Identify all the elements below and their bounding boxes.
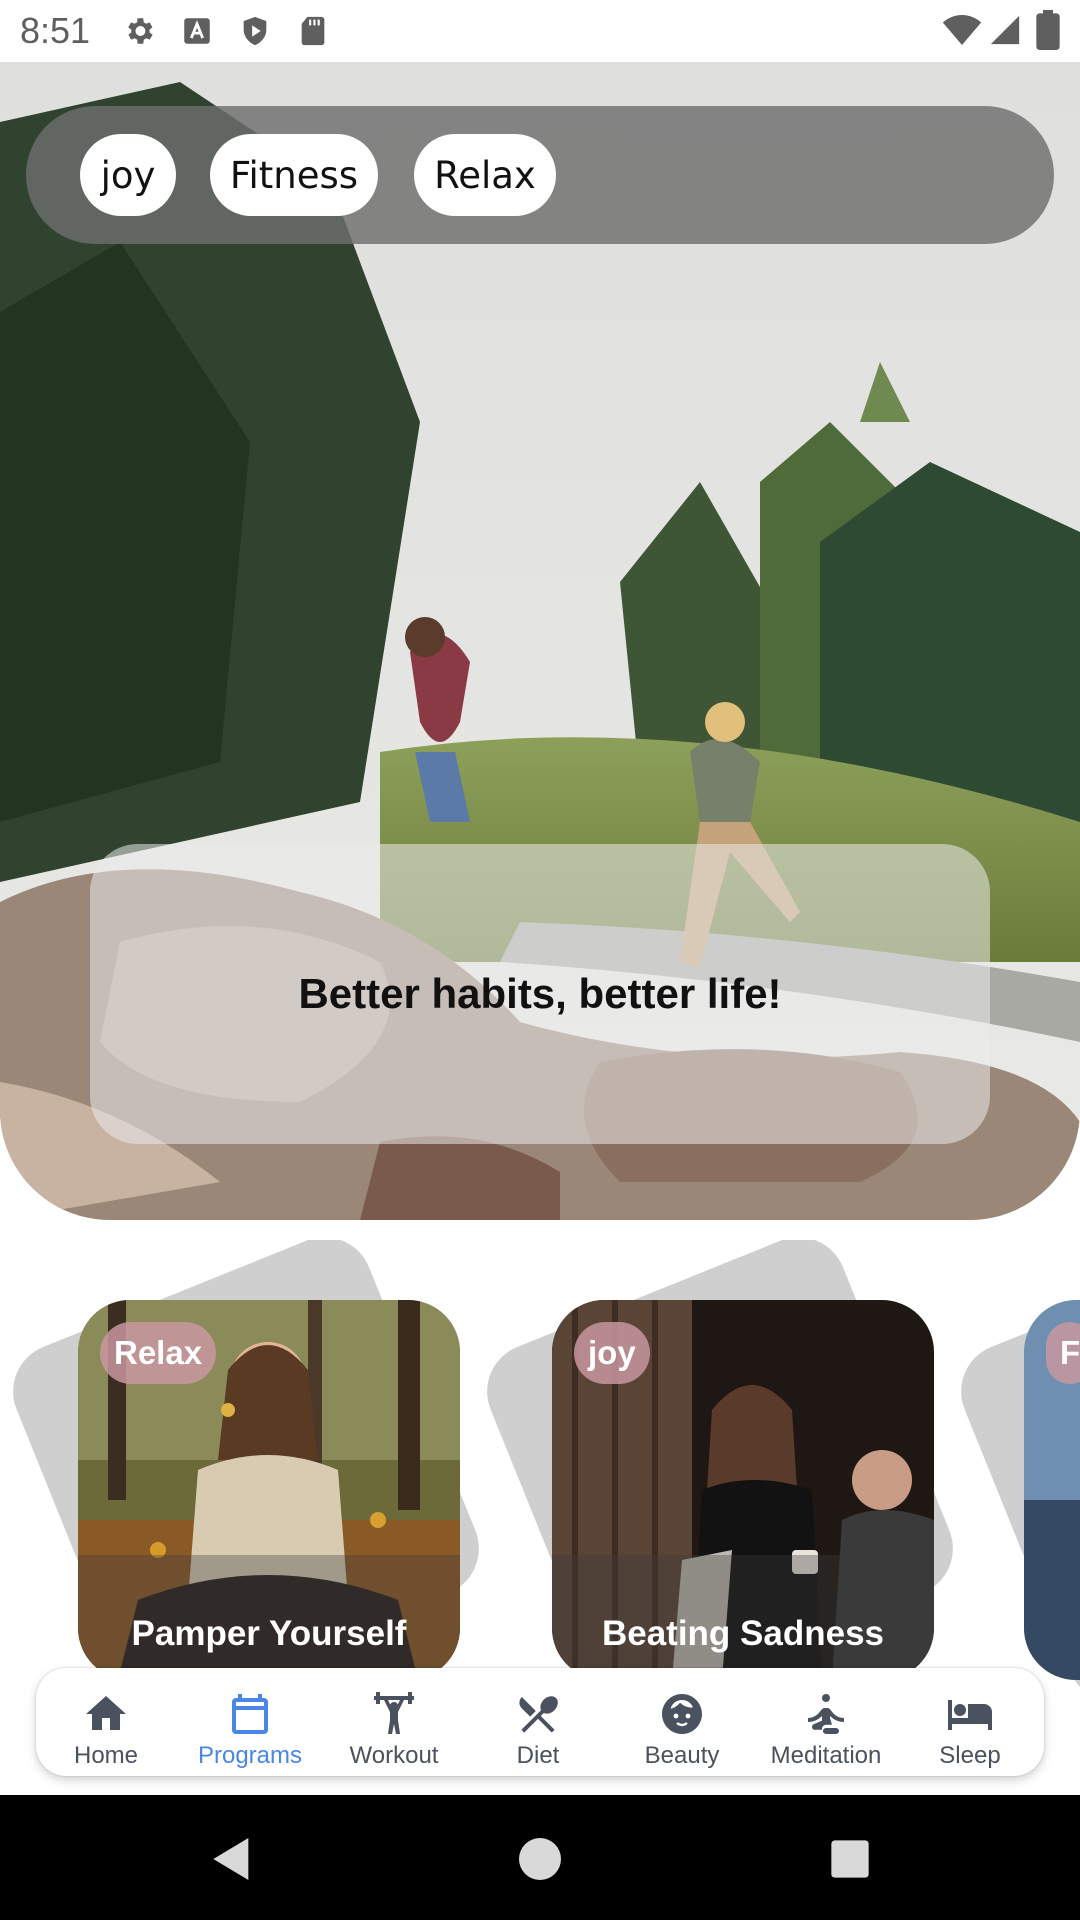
nav-label: Programs [197, 1742, 303, 1769]
sd-card-icon [301, 16, 325, 46]
wifi-icon [942, 15, 982, 45]
bottom-navigation: Home Programs Workout Diet Beauty Medita… [36, 1668, 1044, 1776]
program-badge: F [1046, 1322, 1080, 1384]
signal-icon [990, 15, 1020, 45]
weightlifter-icon [374, 1692, 414, 1734]
nav-label: Sleep [939, 1742, 1001, 1769]
nav-item-sleep[interactable]: Sleep [900, 1668, 1040, 1776]
program-card-pamper-yourself[interactable]: Relax Pamper Yourself [78, 1300, 460, 1680]
nav-item-home[interactable]: Home [36, 1668, 176, 1776]
nav-item-programs[interactable]: Programs [180, 1668, 320, 1776]
nav-item-diet[interactable]: Diet [468, 1668, 608, 1776]
program-card-beating-sadness[interactable]: joy Beating Sadness [552, 1300, 934, 1680]
program-title: Pamper Yourself [131, 1614, 407, 1653]
status-time: 8:51 [20, 10, 91, 51]
home-icon [86, 1696, 126, 1730]
bed-icon [948, 1700, 992, 1730]
tagline-card: Better habits, better life! [90, 844, 990, 1144]
battery-icon [1036, 10, 1060, 50]
nav-item-workout[interactable]: Workout [324, 1668, 464, 1776]
gear-icon [128, 18, 153, 44]
recents-icon[interactable] [822, 1831, 878, 1887]
category-chip-bar: joy Fitness Relax [26, 106, 1054, 244]
nav-item-meditation[interactable]: Meditation [756, 1668, 896, 1776]
play-shield-icon [243, 16, 267, 46]
font-a-icon [184, 18, 210, 44]
chip-relax[interactable]: Relax [414, 134, 556, 216]
nav-label: Home [73, 1742, 139, 1769]
utensils-icon [519, 1696, 558, 1733]
nav-item-beauty[interactable]: Beauty [612, 1668, 752, 1776]
calendar-icon [232, 1694, 268, 1734]
face-icon [662, 1694, 702, 1734]
system-navigation-bar [0, 1795, 1080, 1920]
status-bar: 8:51 [0, 0, 1080, 62]
nav-label: Meditation [770, 1742, 882, 1769]
chip-joy[interactable]: joy [80, 134, 176, 216]
program-badge: joy [574, 1322, 650, 1384]
chip-fitness[interactable]: Fitness [210, 134, 378, 216]
program-badge: Relax [100, 1322, 217, 1384]
home-circle-icon[interactable] [512, 1831, 568, 1887]
program-carousel[interactable]: Relax Pamper Yourself joy Beating Sadnes… [0, 1240, 1080, 1700]
tagline-text: Better habits, better life! [298, 970, 782, 1017]
program-title: Beating Sadness [601, 1614, 885, 1653]
back-icon[interactable] [204, 1831, 260, 1887]
program-card-fitness[interactable]: F [1024, 1300, 1080, 1680]
meditation-icon [808, 1694, 844, 1734]
nav-label: Beauty [644, 1742, 720, 1769]
hero-banner: joy Fitness Relax Better habits, better … [0, 62, 1080, 1220]
nav-label: Workout [349, 1742, 439, 1769]
nav-label: Diet [516, 1742, 560, 1769]
